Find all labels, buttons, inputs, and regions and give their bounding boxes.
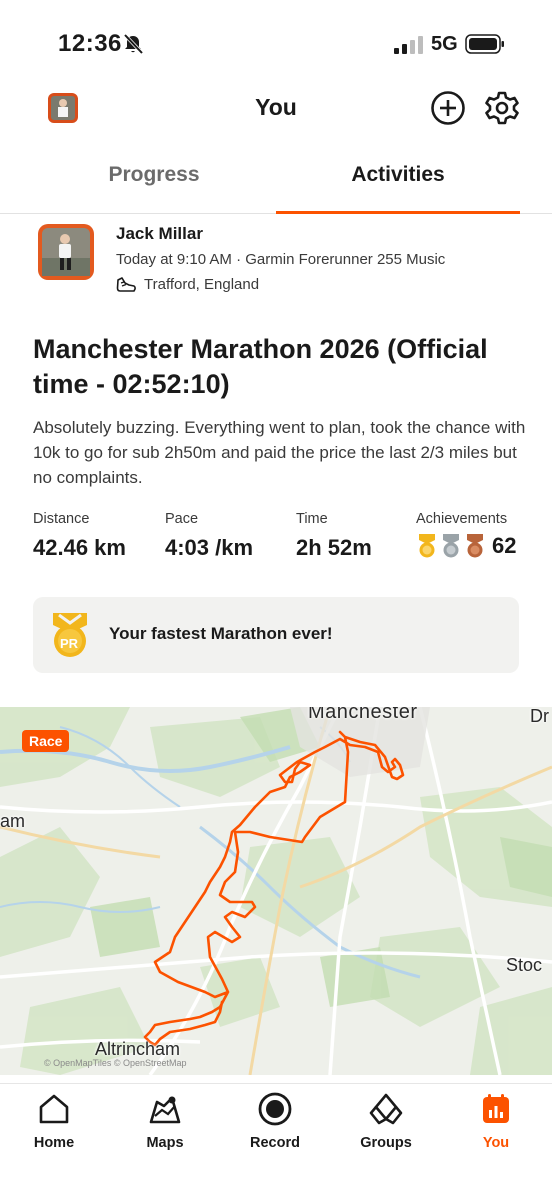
stat-time-value: 2h 52m	[296, 535, 372, 560]
stat-achievements-value: 62	[492, 533, 517, 558]
add-circle-icon[interactable]	[430, 90, 466, 126]
tab-activities[interactable]: Activities	[276, 148, 520, 214]
stat-pace-label: Pace	[165, 511, 199, 527]
map-icon	[149, 1096, 181, 1124]
network-type: 5G	[431, 33, 458, 55]
nav-maps-label: Maps	[146, 1135, 184, 1151]
groups-icon	[369, 1093, 403, 1125]
status-time: 12:36	[58, 30, 122, 57]
stat-time-label: Time	[296, 511, 328, 527]
nav-maps[interactable]: Maps	[120, 1092, 210, 1151]
page-title: You	[255, 94, 297, 120]
nav-you-label: You	[482, 1135, 510, 1151]
stat-distance-value: 42.46 km	[33, 535, 126, 560]
status-bar: 12:36 5G	[0, 0, 552, 80]
pr-text: Your fastest Marathon ever!	[109, 624, 333, 643]
athlete-name[interactable]: Jack Millar	[116, 224, 203, 244]
tab-progress[interactable]: Progress	[32, 148, 276, 214]
map-label-east: Stoc	[506, 955, 543, 975]
stat-distance-label: Distance	[33, 511, 90, 527]
nav-you[interactable]: You	[451, 1092, 541, 1151]
nav-home-label: Home	[33, 1135, 75, 1151]
race-badge: Race	[22, 730, 70, 752]
map-canvas	[0, 707, 552, 1075]
stat-pace-value: 4:03 /km	[165, 535, 254, 560]
gear-icon[interactable]	[484, 90, 520, 126]
stat-achievements-label: Achievements	[416, 511, 508, 527]
route-map[interactable]: Race Manchester Altrincham am Dr Stoc © …	[0, 707, 552, 1075]
location-text: Trafford, England	[144, 276, 260, 293]
stat-achievements[interactable]: Achievements 62	[416, 511, 516, 559]
map-label-east-top: Dr	[530, 707, 549, 726]
bell-off-icon	[123, 33, 144, 55]
nav-record[interactable]: Record	[230, 1092, 320, 1151]
signal-icon	[394, 36, 423, 54]
stat-time: Time 2h 52m	[296, 511, 372, 561]
activity-meta: Today at 9:10 AM · Garmin Forerunner 255…	[116, 251, 446, 268]
nav-groups[interactable]: Groups	[341, 1092, 431, 1151]
nav-record-label: Record	[250, 1135, 300, 1151]
map-label-west: am	[0, 811, 26, 831]
map-label-altrincham: Altrincham	[95, 1039, 181, 1059]
activity-description: Absolutely buzzing. Everything went to p…	[33, 418, 526, 487]
athlete-avatar[interactable]	[38, 224, 94, 280]
activity-title[interactable]: Manchester Marathon 2026 (Official time …	[33, 332, 523, 402]
map-attribution: © OpenMapTiles © OpenStreetMap	[44, 1058, 187, 1068]
pr-card[interactable]: PR Your fastest Marathon ever!	[33, 597, 519, 673]
bottom-nav: Home Maps Record Groups You	[0, 1083, 552, 1200]
stat-pace: Pace 4:03 /km	[165, 511, 253, 561]
gold-medal-icon	[419, 534, 435, 558]
silver-medal-icon	[443, 534, 459, 558]
map-label-manchester: Manchester	[308, 707, 418, 723]
home-icon	[39, 1094, 69, 1124]
nav-home[interactable]: Home	[9, 1092, 99, 1151]
top-header: You	[0, 80, 552, 136]
tab-bar: Progress Activities	[0, 148, 552, 214]
pr-medal-icon	[53, 613, 87, 657]
nav-groups-label: Groups	[360, 1135, 412, 1151]
location-row: Trafford, England	[116, 276, 259, 293]
record-icon	[258, 1092, 292, 1126]
bronze-medal-icon	[467, 534, 483, 558]
pr-badge-text: PR	[60, 636, 79, 651]
battery-icon	[465, 34, 504, 54]
stat-distance: Distance 42.46 km	[33, 511, 126, 561]
you-icon	[483, 1094, 509, 1123]
shoe-icon	[116, 276, 136, 292]
